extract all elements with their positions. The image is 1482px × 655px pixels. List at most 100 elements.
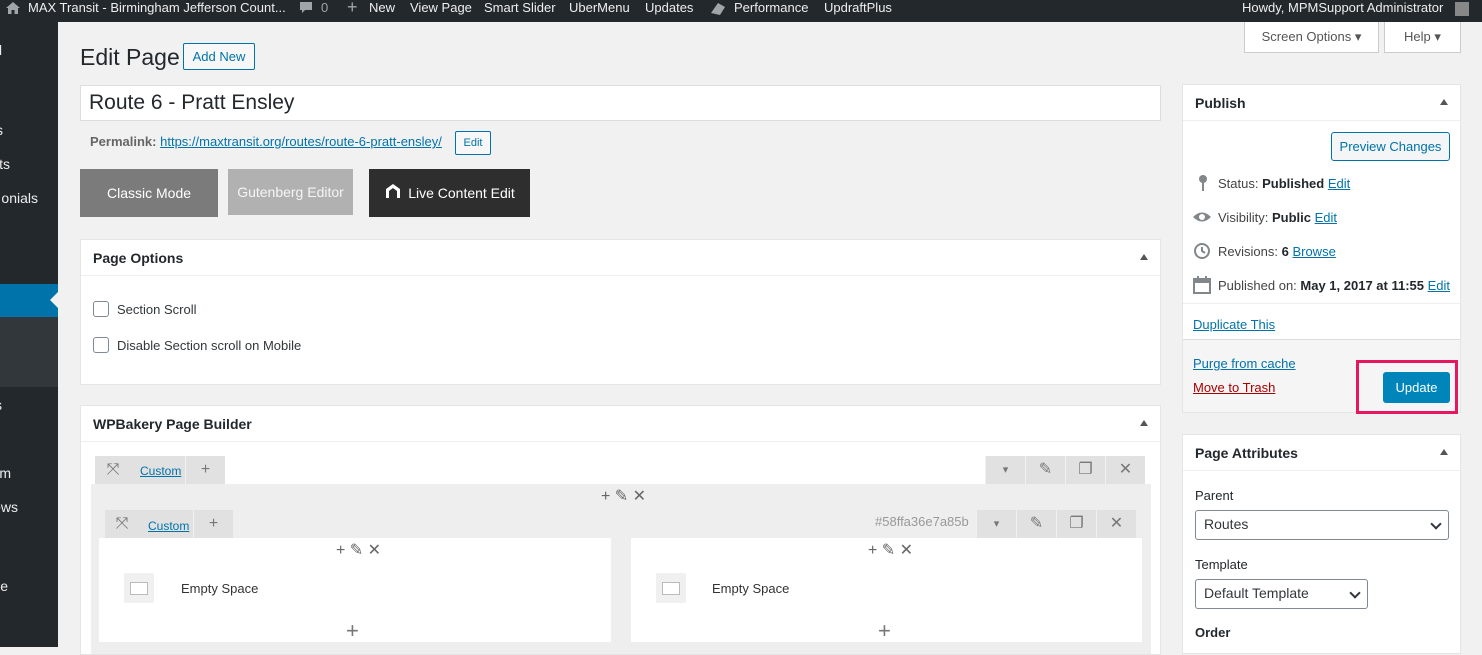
row-toggle-icon[interactable]: ▾ <box>985 456 1025 484</box>
classic-mode-button[interactable]: Classic Mode <box>80 169 218 217</box>
smart-slider-link[interactable]: Smart Slider <box>484 0 556 22</box>
active-submenu <box>0 317 58 387</box>
parent-select[interactable]: Routes <box>1195 510 1449 540</box>
row-layout-tab[interactable]: Custom <box>131 456 185 484</box>
permalink-label: Permalink: <box>90 134 157 149</box>
column-controls: + ✎ ✕ <box>336 540 381 560</box>
updates-link[interactable]: Updates <box>645 0 693 22</box>
move-row-icon[interactable]: ⤧ <box>95 456 131 484</box>
publish-header[interactable]: Publish <box>1183 85 1460 121</box>
post-title-input[interactable] <box>80 85 1161 121</box>
add-element-icon[interactable]: + <box>878 618 891 644</box>
admin-side-menu: d s ts onials s m ews e <box>0 22 58 647</box>
screen-options-button[interactable]: Screen Options ▾ <box>1244 22 1379 53</box>
side-menu-item-1[interactable]: d <box>0 42 2 58</box>
add-column-icon[interactable]: + <box>185 456 225 484</box>
collapse-icon[interactable] <box>1440 449 1448 455</box>
live-content-edit-button[interactable]: Live Content Edit <box>369 169 530 217</box>
pencil-icon[interactable]: ✎ <box>615 488 628 505</box>
section-scroll-checkbox[interactable] <box>93 301 109 317</box>
help-button[interactable]: Help ▾ <box>1384 22 1461 53</box>
page-options-header[interactable]: Page Options <box>81 240 1160 276</box>
view-page-link[interactable]: View Page <box>410 0 472 22</box>
inner-row-layout-tab[interactable]: Custom <box>139 510 193 538</box>
close-icon[interactable]: ✕ <box>633 488 646 505</box>
edit-inner-row-icon[interactable]: ✎ <box>1016 510 1056 538</box>
page-options-title: Page Options <box>93 250 184 266</box>
visibility-edit-link[interactable]: Edit <box>1315 210 1337 225</box>
disable-section-scroll-checkbox[interactable] <box>93 337 109 353</box>
update-button[interactable]: Update <box>1383 372 1450 403</box>
wpbakery-header[interactable]: WPBakery Page Builder <box>81 406 1160 442</box>
collapse-icon[interactable] <box>1140 420 1148 426</box>
clone-inner-row-icon[interactable]: ❐ <box>1056 510 1096 538</box>
new-link[interactable]: New <box>369 0 395 22</box>
add-element-icon[interactable]: + <box>346 618 359 644</box>
updraftplus-link[interactable]: UpdraftPlus <box>824 0 892 22</box>
purge-cache-link[interactable]: Purge from cache <box>1193 356 1296 371</box>
comments-count[interactable]: 0 <box>321 0 328 22</box>
avatar[interactable] <box>1455 2 1469 16</box>
active-menu-arrow <box>50 292 58 308</box>
add-icon[interactable]: + <box>336 542 345 559</box>
permalink-url[interactable]: https://maxtransit.org/routes/route-6-pr… <box>160 134 442 149</box>
add-new-button[interactable]: Add New <box>183 43 255 70</box>
collapse-icon[interactable] <box>1140 254 1148 260</box>
template-value: Default Template <box>1204 585 1309 601</box>
caret-down-icon: ▾ <box>1354 29 1362 44</box>
publish-box: Publish Preview Changes Status: Publishe… <box>1182 84 1461 414</box>
published-on-value: May 1, 2017 at 11:55 <box>1300 278 1424 293</box>
published-on-edit-link[interactable]: Edit <box>1428 278 1450 293</box>
permalink-edit-button[interactable]: Edit <box>455 131 491 155</box>
side-menu-item-3[interactable]: ts <box>0 156 10 172</box>
home-icon[interactable] <box>5 0 21 22</box>
add-icon[interactable]: + <box>601 488 610 505</box>
collapse-icon[interactable] <box>1440 99 1448 105</box>
page-options-box: Page Options Section Scroll Disable Sect… <box>80 239 1161 385</box>
duplicate-this-link[interactable]: Duplicate This <box>1193 317 1275 332</box>
edit-row-icon[interactable]: ✎ <box>1025 456 1065 484</box>
close-icon[interactable]: ✕ <box>368 542 381 559</box>
empty-space-element[interactable]: Empty Space <box>712 581 789 596</box>
clone-row-icon[interactable]: ❐ <box>1065 456 1105 484</box>
performance-icon[interactable] <box>709 0 727 22</box>
revisions-value: 6 <box>1281 244 1289 259</box>
preview-changes-button[interactable]: Preview Changes <box>1331 132 1450 161</box>
empty-space-element[interactable]: Empty Space <box>181 581 258 596</box>
add-icon[interactable]: + <box>868 542 877 559</box>
gutenberg-editor-button[interactable]: Gutenberg Editor <box>228 169 353 215</box>
status-edit-link[interactable]: Edit <box>1328 176 1350 191</box>
section-scroll-label: Section Scroll <box>117 302 197 317</box>
template-select[interactable]: Default Template <box>1195 579 1368 609</box>
row-layout-custom-link[interactable]: Custom <box>140 464 181 478</box>
pencil-icon[interactable]: ✎ <box>882 542 895 559</box>
delete-inner-row-icon[interactable]: ✕ <box>1096 510 1136 538</box>
howdy-user-link[interactable]: Howdy, MPMSupport Administrator <box>1242 0 1443 22</box>
site-name-link[interactable]: MAX Transit - Birmingham Jefferson Count… <box>28 0 286 22</box>
performance-link[interactable]: Performance <box>734 0 808 22</box>
browse-revisions-link[interactable]: Browse <box>1292 244 1335 259</box>
side-menu-item-8[interactable]: e <box>0 578 8 594</box>
side-menu-item-2[interactable]: s <box>0 122 3 138</box>
side-menu-item-7[interactable]: ews <box>0 499 18 515</box>
move-inner-row-icon[interactable]: ⤧ <box>105 510 139 538</box>
published-on-row: Published on: May 1, 2017 at 11:55 Edit <box>1218 278 1450 293</box>
comments-icon[interactable] <box>298 0 314 22</box>
page-attributes-header[interactable]: Page Attributes <box>1183 435 1460 471</box>
side-menu-item-4[interactable]: onials <box>1 190 38 206</box>
pencil-icon[interactable]: ✎ <box>350 542 363 559</box>
side-menu-item-5[interactable]: s <box>0 397 2 413</box>
caret-down-icon: ▾ <box>1434 29 1441 44</box>
add-inner-column-icon[interactable]: + <box>193 510 233 538</box>
side-menu-item-6[interactable]: m <box>0 465 11 481</box>
move-to-trash-link[interactable]: Move to Trash <box>1193 380 1275 395</box>
ubermenu-link[interactable]: UberMenu <box>569 0 630 22</box>
delete-row-icon[interactable]: ✕ <box>1105 456 1145 484</box>
column-left: + ✎ ✕ Empty Space + <box>99 538 611 644</box>
close-icon[interactable]: ✕ <box>900 542 913 559</box>
calendar-icon <box>1193 276 1211 297</box>
inner-row-custom-link[interactable]: Custom <box>148 519 189 533</box>
inner-row-toggle-icon[interactable]: ▾ <box>976 510 1016 538</box>
page-scrollbar[interactable] <box>1468 22 1482 647</box>
plus-icon[interactable]: + <box>347 0 358 22</box>
